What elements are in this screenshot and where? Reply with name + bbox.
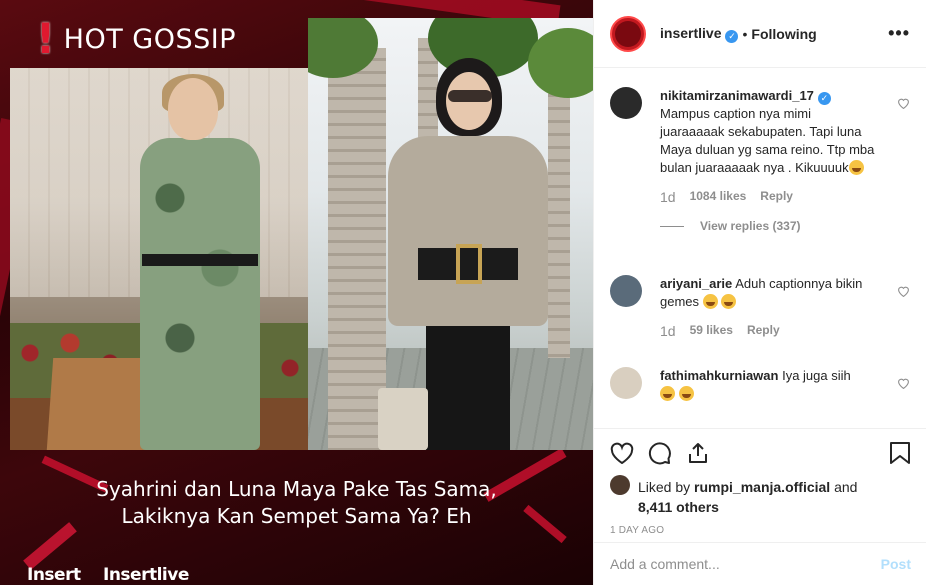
- photo-syahrini: [308, 18, 593, 450]
- comment-like-heart-icon[interactable]: [897, 285, 910, 297]
- username-text[interactable]: insertlive: [660, 25, 721, 41]
- headline-line-1: Syahrini dan Luna Maya Pake Tas Sama,: [96, 477, 497, 501]
- action-bar: [594, 429, 926, 477]
- following-button[interactable]: Following: [751, 26, 816, 42]
- comment-item: nikitamirzanimawardi_17 ✓ Mampus caption …: [610, 87, 910, 233]
- likes-others-link[interactable]: 8,411 others: [638, 499, 719, 515]
- post-headline: Syahrini dan Luna Maya Pake Tas Sama, La…: [0, 476, 593, 530]
- profile-avatar[interactable]: [610, 15, 646, 52]
- liker-avatar[interactable]: [610, 475, 630, 495]
- comment-avatar[interactable]: [610, 87, 642, 119]
- person-left: [140, 74, 260, 450]
- post-sidebar: insertlive ✓ • Following ••• nikitamirzan…: [593, 0, 926, 585]
- comment-likes[interactable]: 1084 likes: [690, 189, 747, 205]
- likes-and: and: [834, 479, 858, 495]
- view-replies-button[interactable]: View replies (337): [660, 219, 910, 233]
- post-header: insertlive ✓ • Following •••: [594, 0, 926, 68]
- post-comment-button[interactable]: Post: [881, 556, 911, 572]
- brand-logo-insert: Insert: [27, 565, 81, 585]
- comment-likes[interactable]: 59 likes: [690, 323, 733, 339]
- exclamation-icon: !: [36, 14, 56, 63]
- comment-like-heart-icon[interactable]: [897, 97, 910, 109]
- comment-avatar[interactable]: [610, 275, 642, 307]
- post-actions: Liked by rumpi_manja.official and 8,411 …: [594, 428, 926, 536]
- photo-box: [46, 358, 154, 450]
- liked-by-prefix: Liked by: [638, 479, 691, 495]
- comment-body: nikitamirzanimawardi_17 ✓ Mampus caption …: [660, 87, 876, 177]
- laughing-emoji-icon: [848, 160, 864, 175]
- profile-username[interactable]: insertlive ✓: [660, 25, 739, 43]
- comment-text: Mampus caption nya mimi juaraaaaak sekab…: [660, 106, 875, 175]
- laughing-emoji-icon: [660, 386, 675, 401]
- laughing-emoji-icon: [678, 386, 694, 401]
- hot-gossip-text: HOT GOSSIP: [63, 23, 236, 55]
- person-left-outfit: [140, 138, 260, 450]
- comment-item: fathimahkurniawan Iya juga siih: [610, 367, 910, 403]
- person-right: [378, 58, 558, 450]
- comment-body: fathimahkurniawan Iya juga siih: [660, 367, 876, 403]
- comment-reply-button[interactable]: Reply: [747, 323, 780, 339]
- verified-badge-icon: ✓: [725, 29, 739, 43]
- comment-avatar[interactable]: [610, 367, 642, 399]
- comment-bubble-icon[interactable]: [648, 441, 672, 465]
- verified-badge-icon: ✓: [817, 92, 831, 105]
- comment-body: ariyani_arie Aduh captionnya bikin gemes: [660, 275, 876, 311]
- view-replies-label[interactable]: View replies (337): [700, 219, 801, 233]
- person-left-belt: [142, 254, 258, 266]
- post-date[interactable]: 1 DAY AGO: [594, 517, 926, 536]
- header-separator: •: [742, 25, 748, 42]
- comment-username[interactable]: nikitamirzanimawardi_17: [660, 88, 814, 103]
- brand-logo-insertlive: Insertlive: [103, 565, 189, 585]
- comments-list[interactable]: nikitamirzanimawardi_17 ✓ Mampus caption …: [594, 69, 926, 427]
- comment-meta: 1d 1084 likes Reply: [660, 189, 910, 205]
- comment-item: ariyani_arie Aduh captionnya bikin gemes…: [610, 275, 910, 339]
- liker-username[interactable]: rumpi_manja.official: [694, 479, 830, 495]
- comment-time[interactable]: 1d: [660, 323, 676, 339]
- belt-buckle: [456, 244, 482, 284]
- like-heart-icon[interactable]: [610, 442, 634, 464]
- likes-summary: Liked by rumpi_manja.official and 8,411 …: [594, 475, 926, 517]
- avatar-image: [615, 20, 641, 47]
- share-icon[interactable]: [686, 441, 710, 465]
- comment-text: Iya juga siih: [782, 368, 851, 383]
- comment-meta: 1d 59 likes Reply: [660, 323, 910, 339]
- bookmark-icon[interactable]: [889, 441, 911, 465]
- person-right-top: [388, 136, 548, 326]
- person-left-head: [168, 78, 218, 140]
- add-comment-input[interactable]: [610, 556, 881, 572]
- sunglasses: [448, 90, 492, 102]
- photo-luna-maya: [10, 68, 308, 450]
- likes-text: Liked by rumpi_manja.official and 8,411 …: [638, 477, 857, 517]
- handbag: [378, 388, 428, 450]
- post-image[interactable]: ! HOT GOSSIP Syahrini dan Luna Maya Pake…: [0, 0, 593, 585]
- comment-username[interactable]: ariyani_arie: [660, 276, 732, 291]
- headline-line-2: Lakiknya Kan Sempet Sama Ya? Eh: [121, 504, 472, 528]
- person-right-legs: [426, 326, 510, 450]
- more-options-icon[interactable]: •••: [888, 23, 910, 44]
- hot-gossip-label: ! HOT GOSSIP: [36, 18, 236, 60]
- laughing-emoji-icon: [721, 294, 737, 309]
- laughing-emoji-icon: [702, 294, 718, 309]
- comment-like-heart-icon[interactable]: [897, 377, 910, 389]
- add-comment-bar: Post: [594, 542, 926, 585]
- comment-time[interactable]: 1d: [660, 189, 676, 205]
- replies-divider: [660, 225, 684, 227]
- comment-reply-button[interactable]: Reply: [760, 189, 793, 205]
- comment-username[interactable]: fathimahkurniawan: [660, 368, 778, 383]
